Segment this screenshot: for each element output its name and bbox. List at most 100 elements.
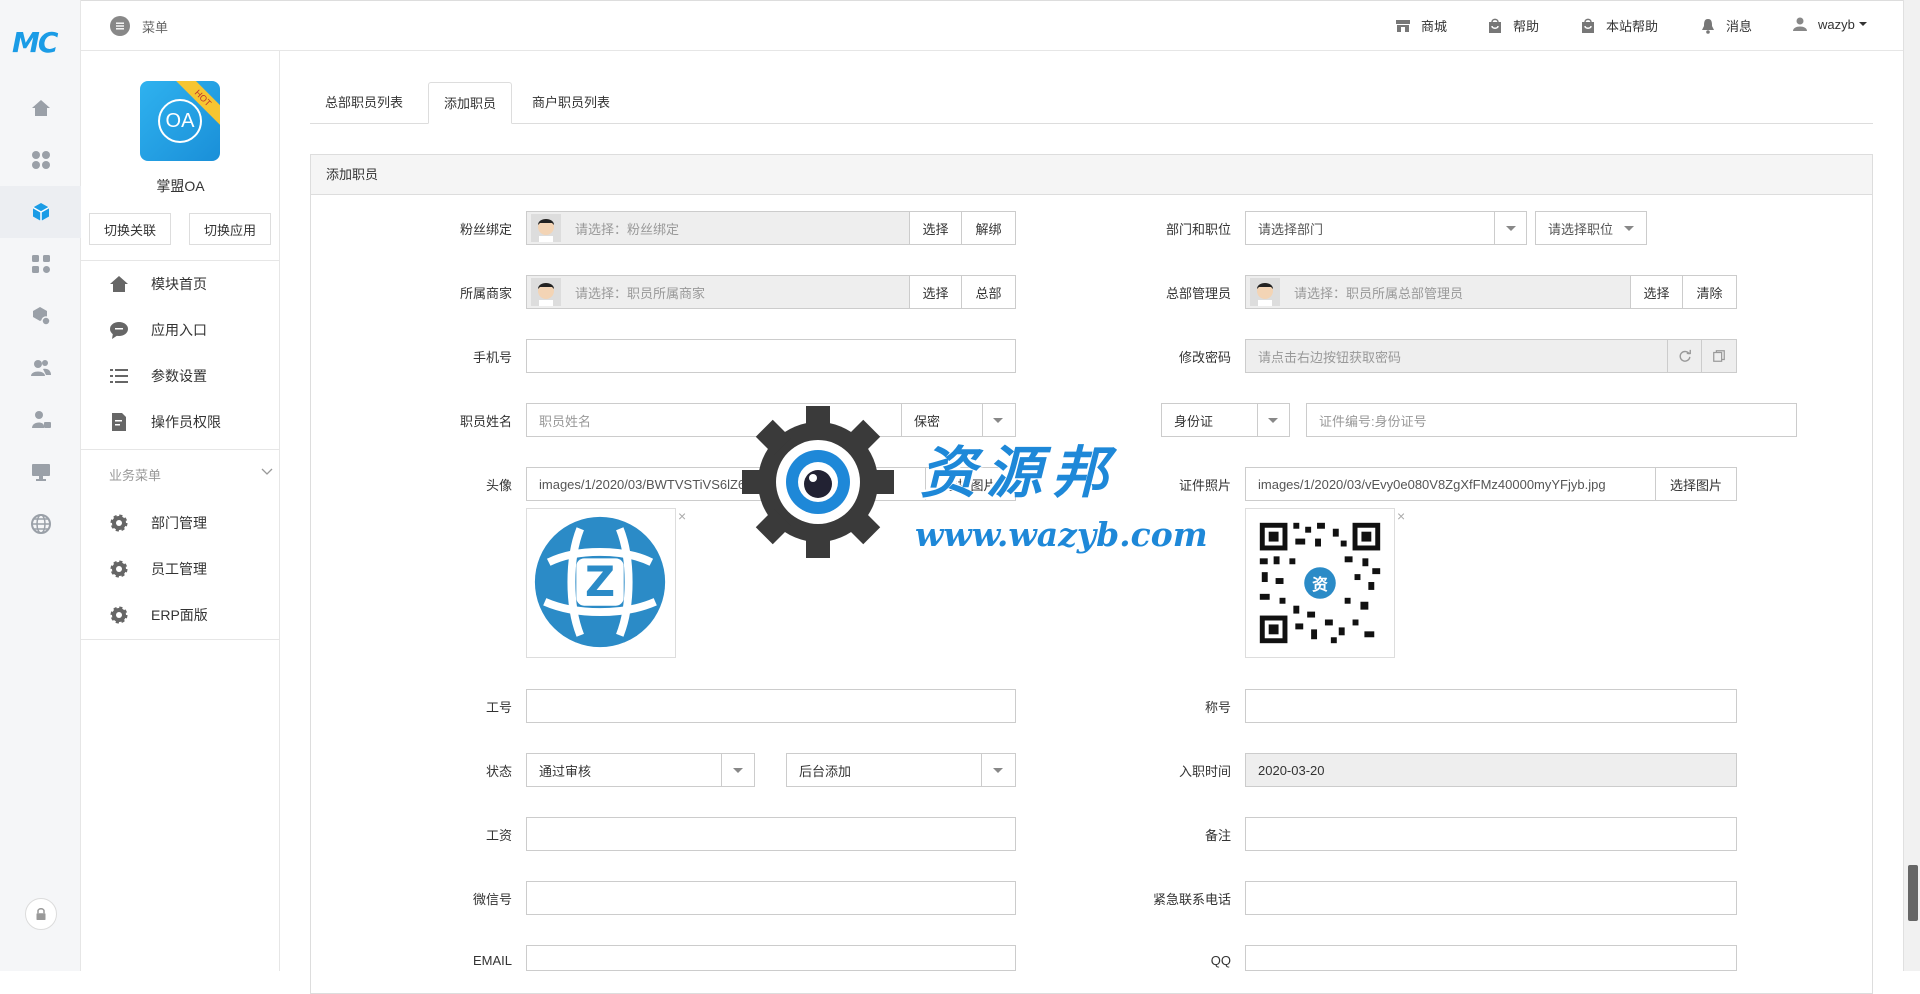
cert-photo-choose-button[interactable]: 选择图片 xyxy=(1655,467,1737,501)
scrollbar-thumb[interactable] xyxy=(1908,865,1918,921)
entry-date-label: 入职时间 xyxy=(1178,764,1231,779)
cert-photo-thumbnail: 资 xyxy=(1245,508,1395,658)
avatar-thumbnail: Z xyxy=(526,508,676,658)
users-icon[interactable] xyxy=(0,342,81,394)
dept-select[interactable]: 请选择部门 xyxy=(1245,211,1527,245)
fans-select-button[interactable]: 选择 xyxy=(909,211,962,245)
copy-icon xyxy=(1713,350,1725,362)
remove-cert-photo-icon[interactable]: × xyxy=(1397,508,1405,524)
merchant-select-button[interactable]: 选择 xyxy=(909,275,962,309)
hq-manager-clear-button[interactable]: 清除 xyxy=(1682,275,1737,309)
menu-toggle[interactable]: 菜单 xyxy=(110,16,168,36)
header-user-menu[interactable]: wazyb xyxy=(1792,16,1867,32)
document-edit-icon xyxy=(112,413,126,431)
sidebar-divider xyxy=(81,639,280,640)
dashboard-icon[interactable] xyxy=(0,134,81,186)
menu-label: 菜单 xyxy=(142,19,169,35)
business-menu-group[interactable]: 业务菜单 xyxy=(109,465,273,484)
icon-rail: MC xyxy=(0,0,81,971)
svg-text:资: 资 xyxy=(1312,575,1328,594)
gear-icon xyxy=(110,606,128,624)
sidebar-divider xyxy=(81,260,280,261)
sidebar-divider xyxy=(81,449,280,450)
caret-down-icon xyxy=(733,768,743,773)
sidebar-item-operator-perms[interactable]: 操作员权限 xyxy=(109,412,221,432)
qr-code-image: 资 xyxy=(1257,520,1383,646)
fans-binding-input[interactable]: 请选择：粉丝绑定 xyxy=(526,211,910,245)
sidebar-item-erp-panel[interactable]: ERP面版 xyxy=(109,605,208,625)
monitor-icon[interactable] xyxy=(0,446,81,498)
hq-manager-select-button[interactable]: 选择 xyxy=(1630,275,1683,309)
hq-manager-input[interactable]: 请选择：职员所属总部管理员 xyxy=(1245,275,1631,309)
sidebar-item-dept-manage[interactable]: 部门管理 xyxy=(109,513,207,533)
status-label: 状态 xyxy=(485,764,512,779)
merchant-input[interactable]: 请选择：职员所属商家 xyxy=(526,275,910,309)
switch-link-button[interactable]: 切换关联 xyxy=(89,213,171,245)
cube-icon[interactable] xyxy=(0,186,81,238)
merchant-label: 所属商家 xyxy=(459,286,512,301)
watermark-gear-icon xyxy=(742,406,894,558)
wechat-input[interactable] xyxy=(526,881,1016,915)
email-input[interactable] xyxy=(526,945,1016,971)
refresh-icon xyxy=(1679,349,1691,362)
chat-icon xyxy=(110,322,128,339)
copy-password-button[interactable] xyxy=(1701,339,1737,373)
select-divider xyxy=(981,753,982,787)
title-input[interactable] xyxy=(1245,689,1737,723)
watermark-text: 资源邦 xyxy=(920,440,1118,506)
sidebar-item-app-entry[interactable]: 应用入口 xyxy=(109,320,207,340)
svg-text:Z: Z xyxy=(585,558,615,606)
phone-input[interactable] xyxy=(526,339,1016,373)
hq-manager-label: 总部管理员 xyxy=(1165,286,1231,301)
job-no-input[interactable] xyxy=(526,689,1016,723)
package-icon[interactable] xyxy=(0,290,81,342)
password-input[interactable]: 请点击右边按钮获取密码 xyxy=(1245,339,1668,373)
merchant-hq-button[interactable]: 总部 xyxy=(961,275,1016,309)
remark-input[interactable] xyxy=(1245,817,1737,851)
caret-down-icon xyxy=(1506,226,1516,231)
tab-hq-staff-list[interactable]: 总部职员列表 xyxy=(310,82,418,124)
password-label: 修改密码 xyxy=(1178,350,1231,365)
apps-icon[interactable] xyxy=(0,238,81,290)
remove-avatar-icon[interactable]: × xyxy=(678,508,686,524)
app-icon: OA HOT xyxy=(140,81,220,161)
header-mall-link[interactable]: 商城 xyxy=(1395,16,1447,35)
sidebar-item-module-home[interactable]: 模块首页 xyxy=(109,274,207,294)
lock-icon[interactable] xyxy=(25,898,57,930)
qq-input[interactable] xyxy=(1245,945,1737,971)
tab-add-staff[interactable]: 添加职员 xyxy=(428,82,513,124)
bag-icon xyxy=(1489,18,1501,33)
tab-merchant-staff-list[interactable]: 商户职员列表 xyxy=(517,82,625,124)
watermark-url: www.wazyb.com xyxy=(915,515,1208,554)
fans-unbind-button[interactable]: 解绑 xyxy=(961,211,1016,245)
refresh-password-button[interactable] xyxy=(1667,339,1702,373)
header-messages-link[interactable]: 消息 xyxy=(1700,16,1752,35)
chevron-down-icon xyxy=(261,465,273,484)
home-icon[interactable] xyxy=(0,82,81,134)
sidebar-item-params[interactable]: 参数设置 xyxy=(109,366,207,386)
header-help-link[interactable]: 帮助 xyxy=(1487,16,1539,35)
header-divider xyxy=(81,50,1903,51)
header-site-help-link[interactable]: 本站帮助 xyxy=(1580,16,1658,35)
gear-icon xyxy=(110,514,128,532)
bell-icon xyxy=(1702,18,1714,34)
app-logo[interactable]: MC xyxy=(12,26,58,59)
user-icon xyxy=(1793,17,1807,31)
sidebar-item-staff-manage[interactable]: 员工管理 xyxy=(109,559,207,579)
page-scrollbar[interactable] xyxy=(1903,0,1920,971)
globe-icon[interactable] xyxy=(0,498,81,550)
tab-bar: 总部职员列表 添加职员 商户职员列表 xyxy=(310,82,1873,124)
salary-label: 工资 xyxy=(485,828,512,843)
id-number-input[interactable]: 证件编号:身份证号 xyxy=(1306,403,1797,437)
avatar-image: Z xyxy=(534,516,666,648)
avatar-label: 头像 xyxy=(485,478,512,493)
emergency-phone-input[interactable] xyxy=(1245,881,1737,915)
entry-date-input[interactable]: 2020-03-20 xyxy=(1245,753,1737,787)
switch-app-button[interactable]: 切换应用 xyxy=(189,213,271,245)
salary-input[interactable] xyxy=(526,817,1016,851)
user-lock-icon[interactable] xyxy=(0,394,81,446)
fans-binding-label: 粉丝绑定 xyxy=(459,222,512,237)
job-no-label: 工号 xyxy=(485,700,512,715)
title-label: 称号 xyxy=(1204,700,1231,715)
cert-photo-path-input[interactable]: images/1/2020/03/vEvy0e080V8ZgXfFMz40000… xyxy=(1245,467,1656,501)
